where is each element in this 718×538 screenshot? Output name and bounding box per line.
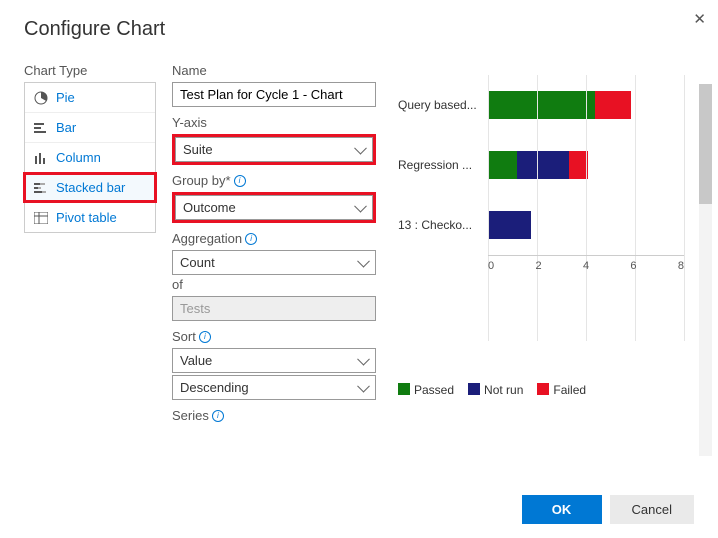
chart-type-column[interactable]: Column	[25, 143, 155, 173]
info-icon[interactable]: i	[199, 331, 211, 343]
sort-by-select[interactable]: Value	[172, 348, 376, 373]
pivot-table-icon	[33, 211, 48, 224]
chart-type-item-label: Column	[56, 150, 101, 165]
series-label: Seriesi	[172, 408, 376, 423]
chart-type-list: Pie Bar Column Stacked bar Pivot table	[24, 82, 156, 233]
chart-bar-stack	[488, 91, 631, 119]
sort-label-text: Sort	[172, 329, 196, 344]
chart-type-pivot-table[interactable]: Pivot table	[25, 203, 155, 232]
chart-category-label: Regression ...	[398, 158, 488, 172]
legend-passed: Passed	[398, 383, 454, 397]
chart-tick-label: 4	[583, 260, 589, 283]
chart-bar-segment	[517, 151, 569, 179]
chart-gridline	[684, 75, 685, 341]
column-icon	[33, 151, 48, 164]
sort-label: Sorti	[172, 329, 376, 344]
chart-category-label: Query based...	[398, 98, 488, 112]
chart-type-panel: Chart Type Pie Bar Column Stacked bar	[24, 63, 156, 443]
sort-dir-value: Descending	[172, 375, 376, 400]
configure-chart-dialog: ✕ Configure Chart Chart Type Pie Bar Col…	[0, 0, 718, 538]
chart-legend: Passed Not run Failed	[398, 383, 586, 397]
aggregation-label-text: Aggregation	[172, 231, 242, 246]
chart-bar-segment	[488, 151, 517, 179]
groupby-select[interactable]: Outcome	[172, 192, 376, 223]
name-input[interactable]	[172, 82, 376, 107]
chart-bar-stack	[488, 151, 588, 179]
sort-field: Sorti Value Descending	[172, 329, 376, 400]
cancel-button[interactable]: Cancel	[610, 495, 694, 524]
ok-button[interactable]: OK	[522, 495, 602, 524]
aggregation-field: Aggregationi Count of	[172, 231, 376, 321]
yaxis-value: Suite	[175, 137, 373, 162]
chart-category-label: 13 : Checko...	[398, 218, 488, 232]
stacked-bar-icon	[33, 181, 48, 194]
chart-plot: Query based... Regression ... 13 : Checko.…	[398, 75, 684, 365]
bar-icon	[33, 121, 48, 134]
sort-dir-select[interactable]: Descending	[172, 375, 376, 400]
chart-type-stacked-bar[interactable]: Stacked bar	[25, 173, 155, 203]
close-icon[interactable]: ✕	[693, 10, 706, 28]
chart-tick-label: 0	[488, 260, 494, 283]
groupby-field: Group by*i Outcome	[172, 173, 376, 223]
of-label: of	[172, 277, 376, 292]
legend-label: Passed	[414, 383, 454, 397]
groupby-label-text: Group by*	[172, 173, 231, 188]
aggregation-label: Aggregationi	[172, 231, 376, 246]
name-label: Name	[172, 63, 376, 78]
legend-swatch-notrun	[468, 383, 480, 395]
chart-bar-segment	[488, 91, 595, 119]
dialog-title: Configure Chart	[24, 18, 694, 41]
dialog-body: Chart Type Pie Bar Column Stacked bar	[24, 63, 694, 443]
of-input	[172, 296, 376, 321]
chart-tick-label: 8	[678, 260, 684, 283]
chart-bar-segment	[595, 91, 631, 119]
legend-label: Not run	[484, 383, 523, 397]
chart-bar-row: 13 : Checko...	[398, 195, 684, 255]
aggregation-value: Count	[172, 250, 376, 275]
pie-icon	[33, 91, 48, 104]
chart-bar-segment	[569, 151, 588, 179]
chart-x-axis: 02468	[488, 255, 684, 279]
aggregation-select[interactable]: Count	[172, 250, 376, 275]
chart-preview: Query based... Regression ... 13 : Checko.…	[398, 63, 694, 443]
series-label-text: Series	[172, 408, 209, 423]
chart-tick-label: 6	[630, 260, 636, 283]
dialog-footer: OK Cancel	[522, 495, 694, 524]
groupby-label: Group by*i	[172, 173, 376, 188]
groupby-value: Outcome	[175, 195, 373, 220]
legend-label: Failed	[553, 383, 586, 397]
chart-tick-label: 2	[535, 260, 541, 283]
legend-swatch-failed	[537, 383, 549, 395]
series-field: Seriesi	[172, 408, 376, 423]
chart-type-label: Chart Type	[24, 63, 156, 78]
chart-type-item-label: Pie	[56, 90, 75, 105]
info-icon[interactable]: i	[245, 233, 257, 245]
sort-by-value: Value	[172, 348, 376, 373]
chart-bar-segment	[488, 211, 531, 239]
scrollbar[interactable]	[699, 84, 712, 456]
chart-bar-row: Regression ...	[398, 135, 684, 195]
chart-bar-row: Query based...	[398, 75, 684, 135]
chart-rows: Query based... Regression ... 13 : Checko.…	[398, 75, 684, 255]
chart-type-item-label: Bar	[56, 120, 76, 135]
info-icon[interactable]: i	[212, 410, 224, 422]
name-field: Name	[172, 63, 376, 107]
chart-type-item-label: Stacked bar	[56, 180, 125, 195]
yaxis-select[interactable]: Suite	[172, 134, 376, 165]
legend-swatch-passed	[398, 383, 410, 395]
scrollbar-thumb[interactable]	[699, 84, 712, 204]
fields-panel: Name Y-axis Suite Group by*i Outcome Agg…	[172, 63, 382, 443]
chart-type-bar[interactable]: Bar	[25, 113, 155, 143]
chart-bar-stack	[488, 211, 531, 239]
legend-failed: Failed	[537, 383, 586, 397]
yaxis-field: Y-axis Suite	[172, 115, 376, 165]
legend-notrun: Not run	[468, 383, 523, 397]
info-icon[interactable]: i	[234, 175, 246, 187]
chart-type-item-label: Pivot table	[56, 210, 117, 225]
yaxis-label: Y-axis	[172, 115, 376, 130]
chart-type-pie[interactable]: Pie	[25, 83, 155, 113]
